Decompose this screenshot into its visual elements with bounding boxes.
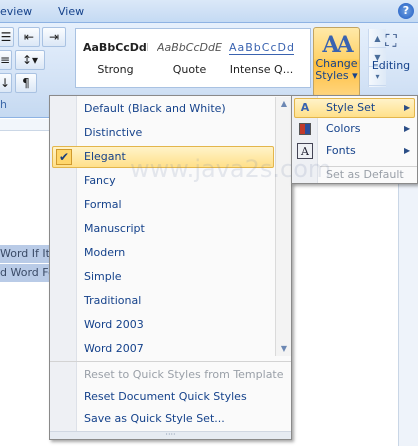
- sort-button[interactable]: ↓: [0, 73, 12, 93]
- checkmark-icon: ✔: [56, 149, 72, 165]
- style-set-icon: A: [300, 101, 310, 114]
- scroll-up-icon[interactable]: ▲: [276, 97, 292, 111]
- set-as-default-item: Set as Default: [326, 168, 404, 181]
- binoculars-icon: ⛶: [385, 31, 397, 50]
- change-styles-button[interactable]: AA Change Styles ▾: [313, 27, 360, 97]
- decrease-indent-button[interactable]: ⇤: [18, 27, 40, 47]
- line-spacing-button[interactable]: ↕▾: [15, 50, 45, 70]
- style-strong[interactable]: AaBbCcDdE Strong: [80, 33, 151, 83]
- scroll-down-icon[interactable]: ▼: [276, 342, 292, 356]
- menu-separator: [50, 361, 291, 362]
- menu-item-modern[interactable]: Modern: [84, 244, 125, 262]
- submenu-arrow-icon: ▶: [404, 103, 411, 112]
- change-styles-menu: A Style Set ▶ Colors ▶ A Fonts ▶ Set as …: [291, 95, 418, 184]
- style-set-menu: ✔ Default (Black and White) Distinctive …: [49, 95, 292, 440]
- submenu-arrow-icon: ▶: [404, 146, 411, 155]
- menu-item-traditional[interactable]: Traditional: [84, 292, 141, 310]
- ruler: [0, 119, 50, 131]
- quick-styles-gallery: AaBbCcDdE Strong AaBbCcDdE Quote AaBbCcD…: [75, 28, 386, 88]
- justify-button[interactable]: ≡: [0, 50, 12, 70]
- menu-item-word-2007[interactable]: Word 2007: [84, 340, 144, 358]
- multilevel-list-button[interactable]: ☰: [0, 27, 14, 47]
- increase-indent-button[interactable]: ⇥: [42, 27, 66, 47]
- menu-item-manuscript[interactable]: Manuscript: [84, 220, 145, 238]
- menu-item-colors[interactable]: Colors: [326, 121, 360, 137]
- colors-icon: [297, 121, 313, 137]
- document-text-line: Word If It: [0, 245, 55, 263]
- menu-item-style-set[interactable]: Style Set: [326, 100, 375, 116]
- menu-item-fancy[interactable]: Fancy: [84, 172, 116, 190]
- submenu-arrow-icon: ▶: [404, 124, 411, 133]
- style-sample: AaBbCcDd: [229, 41, 294, 55]
- document-text-line: d Word Fo: [0, 264, 55, 282]
- menu-item-simple[interactable]: Simple: [84, 268, 122, 286]
- menu-item-word-2003[interactable]: Word 2003: [84, 316, 144, 334]
- style-name: Quote: [172, 63, 207, 76]
- show-marks-button[interactable]: ¶: [15, 73, 37, 93]
- paragraph-group-label: h: [0, 98, 7, 111]
- help-icon[interactable]: ?: [398, 3, 414, 19]
- reset-to-template-item: Reset to Quick Styles from Template: [84, 368, 284, 381]
- resize-grip[interactable]: ····: [50, 431, 291, 439]
- menu-item-distinctive[interactable]: Distinctive: [84, 124, 142, 142]
- change-styles-icon: AA: [322, 32, 353, 58]
- tab-view[interactable]: View: [58, 5, 84, 18]
- style-name: Strong: [97, 63, 134, 76]
- menu-item-formal[interactable]: Formal: [84, 196, 122, 214]
- menu-item-fonts[interactable]: Fonts: [326, 143, 356, 159]
- fonts-icon: A: [297, 143, 313, 159]
- tab-review[interactable]: eview: [0, 5, 32, 18]
- style-sample: AaBbCcDdE: [157, 41, 222, 54]
- menu-item-elegant[interactable]: Elegant: [84, 148, 126, 166]
- style-name: Intense Q...: [229, 63, 294, 76]
- style-quote[interactable]: AaBbCcDdE Quote: [154, 33, 225, 83]
- save-quick-style-set-item[interactable]: Save as Quick Style Set...: [84, 410, 225, 428]
- reset-document-styles-item[interactable]: Reset Document Quick Styles: [84, 388, 247, 406]
- style-intense-quote[interactable]: AaBbCcDd Intense Q...: [226, 33, 297, 83]
- editing-label: Editing: [371, 59, 411, 72]
- change-styles-label-2: Styles: [315, 69, 349, 82]
- style-sample: AaBbCcDdE: [83, 41, 148, 54]
- ribbon-tab-bar: eview View ?: [0, 0, 418, 23]
- editing-button[interactable]: ⛶ Editing: [364, 27, 418, 97]
- vertical-scrollbar[interactable]: [398, 180, 418, 446]
- menu-item-default[interactable]: Default (Black and White): [84, 100, 226, 118]
- menu-scrollbar[interactable]: ▲ ▼: [275, 97, 291, 356]
